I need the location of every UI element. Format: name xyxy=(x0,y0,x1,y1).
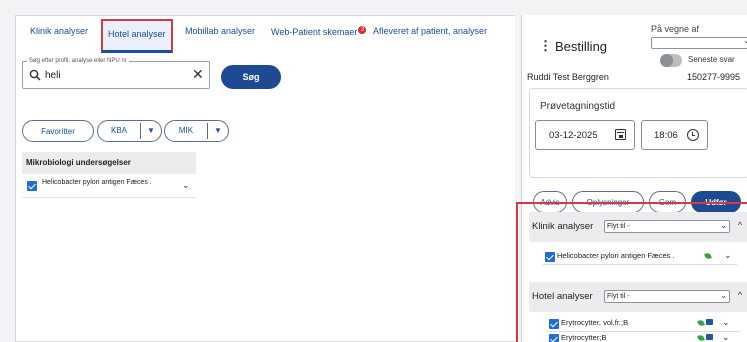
time-field[interactable]: 18:06 xyxy=(641,120,708,150)
tab-mobillab-analyser[interactable]: Mobillab analyser xyxy=(185,26,255,36)
filter-icon[interactable]: ▼ xyxy=(141,121,161,141)
app-frame: Klinik analyser Hotel analyser Mobillab … xyxy=(0,0,747,342)
search-field-label: Søg efter profil, analyse eller NPU nr xyxy=(27,57,129,65)
tab-web-patient-skemaer[interactable]: Web-Patient skemaer 3 xyxy=(271,26,367,37)
clock-icon[interactable] xyxy=(687,129,699,141)
analysis-tabs: Klinik analyser Hotel analyser Mobillab … xyxy=(16,16,515,53)
mik-filter: MIK ▼ xyxy=(164,120,229,142)
result-group-title: Mikrobiologi undersøgelser xyxy=(22,152,196,174)
notification-badge: 3 xyxy=(358,26,367,34)
mik-button[interactable]: MIK xyxy=(165,121,207,141)
on-behalf-select[interactable]: ⌄ xyxy=(651,36,747,49)
chevron-down-icon: ⌄ xyxy=(743,36,747,45)
search-field: Søg efter profil, analyse eller NPU nr ✕ xyxy=(22,57,210,89)
checkbox[interactable] xyxy=(27,181,37,191)
tab-afleveret-af-patient[interactable]: Afleveret af patient, analyser xyxy=(373,26,487,36)
result-group: Mikrobiologi undersøgelser Helicobacter … xyxy=(22,152,196,200)
tab-hotel-analyser[interactable]: Hotel analyser xyxy=(101,19,173,53)
latest-answer-toggle[interactable] xyxy=(660,54,682,67)
favorites-button[interactable]: Favoritter xyxy=(22,120,94,142)
search-input[interactable] xyxy=(45,68,175,82)
on-behalf-label: På vegne af xyxy=(651,24,700,34)
highlight-frame xyxy=(516,202,747,342)
patient-name: Ruddi Test Berggren xyxy=(527,72,609,82)
tab-klinik-analyser[interactable]: Klinik analyser xyxy=(30,26,88,36)
latest-answer-label: Seneste svar xyxy=(688,55,735,64)
clear-icon[interactable]: ✕ xyxy=(192,67,204,81)
filter-icon[interactable]: ▼ xyxy=(208,121,228,141)
tab-label: Web-Patient skemaer xyxy=(271,27,358,37)
search-icon xyxy=(29,69,41,81)
date-field[interactable]: 03-12-2025 xyxy=(535,120,635,150)
kba-filter: KBA ▼ xyxy=(97,120,162,142)
result-row[interactable]: Helicobacter pylori antigen Fæces . ⌄ xyxy=(22,174,196,198)
calendar-icon[interactable] xyxy=(615,129,626,140)
sampling-time-label: Prøvetagningstid xyxy=(540,101,616,112)
patient-id: 150277-9995 xyxy=(687,72,741,82)
search-button[interactable]: Søg xyxy=(221,65,281,89)
kebab-menu-icon[interactable]: ⋮ xyxy=(539,38,552,54)
sampling-time-card: Prøvetagningstid 03-12-2025 18:06 xyxy=(529,88,747,178)
order-title: Bestilling xyxy=(555,39,608,54)
chevron-down-icon[interactable]: ⌄ xyxy=(182,180,190,191)
time-value: 18:06 xyxy=(654,130,678,141)
result-item-label: Helicobacter pylori antigen Fæces . xyxy=(42,179,152,186)
date-value: 03-12-2025 xyxy=(549,130,598,141)
kba-button[interactable]: KBA xyxy=(98,121,140,141)
toggle-knob xyxy=(660,54,673,67)
analysis-search-panel: Klinik analyser Hotel analyser Mobillab … xyxy=(15,15,515,342)
